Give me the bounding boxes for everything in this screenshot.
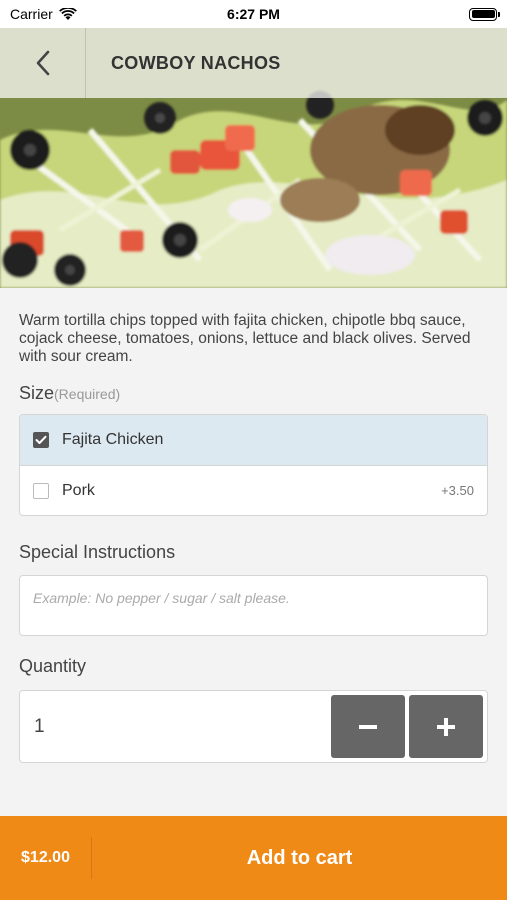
instructions-label: Special Instructions (19, 542, 176, 562)
option-label: Pork (62, 481, 95, 499)
option-price: +3.50 (441, 483, 474, 498)
size-option-pork[interactable]: Pork +3.50 (20, 465, 487, 515)
item-description: Warm tortilla chips topped with fajita c… (19, 312, 471, 365)
size-label: Size(Required) (19, 383, 488, 404)
status-bar: Carrier 6:27 PM (0, 0, 507, 28)
battery-icon (469, 7, 500, 21)
instructions-input[interactable]: Example: No pepper / sugar / salt please… (19, 575, 488, 636)
minus-icon (359, 724, 377, 729)
increase-button[interactable] (409, 695, 483, 758)
header: COWBOY NACHOS (0, 28, 507, 98)
option-label: Fajita Chicken (62, 431, 164, 448)
required-note: (Required) (54, 386, 121, 402)
item-details: Warm tortilla chips topped with fajita c… (0, 288, 507, 763)
checkmark-icon (35, 435, 47, 444)
add-to-cart-button[interactable]: $12.00 Add to cart (0, 816, 507, 900)
checkbox-checked[interactable] (33, 432, 49, 448)
cart-price: $12.00 (0, 837, 92, 879)
back-button[interactable] (0, 28, 86, 98)
carrier-label: Carrier (10, 6, 53, 22)
wifi-icon (58, 7, 77, 20)
quantity-value[interactable]: 1 (20, 716, 45, 738)
quantity-stepper: 1 (19, 690, 488, 763)
add-to-cart-label: Add to cart (246, 846, 353, 869)
quantity-label: Quantity (19, 656, 87, 676)
decrease-button[interactable] (331, 695, 405, 758)
chevron-left-icon (36, 50, 49, 76)
plus-icon (437, 717, 455, 736)
page-title: COWBOY NACHOS (111, 52, 281, 73)
size-title: Size (19, 383, 55, 403)
size-option-fajita-chicken[interactable]: Fajita Chicken (20, 415, 487, 465)
checkbox-unchecked[interactable] (33, 482, 49, 499)
size-options: Fajita Chicken Pork +3.50 (19, 414, 488, 516)
